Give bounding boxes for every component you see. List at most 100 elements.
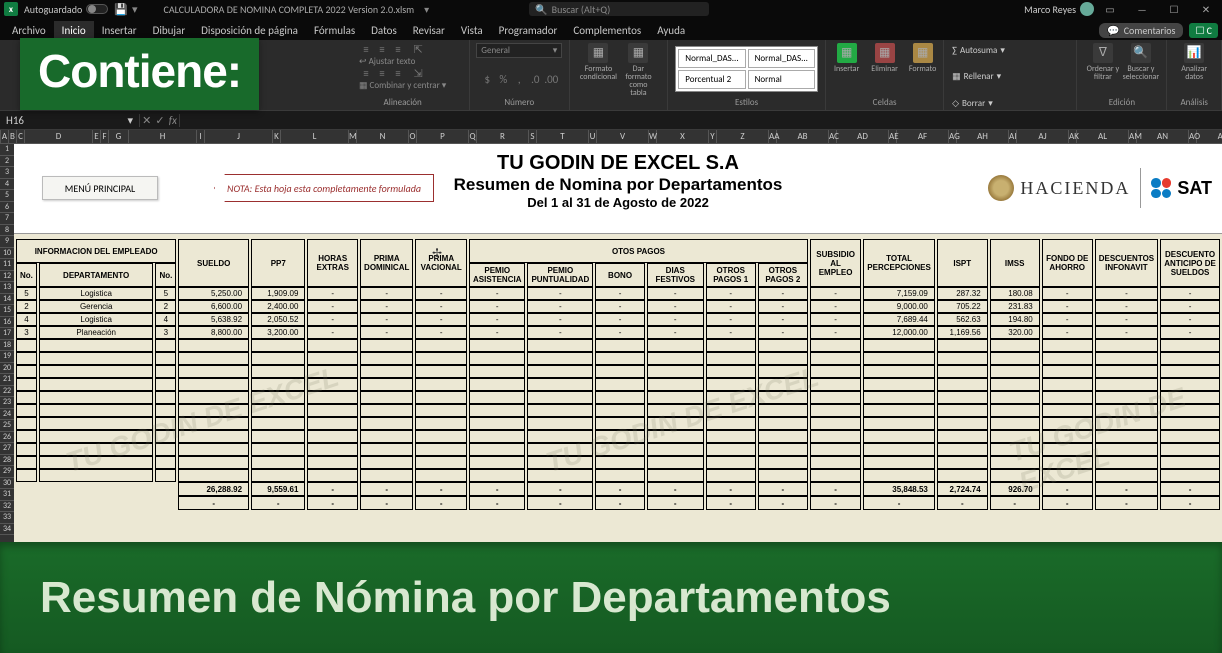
merge-center-button[interactable]: ▦ Combinar y centrar ▾ — [359, 80, 446, 91]
ribbon-options-icon[interactable]: ▭ — [1094, 3, 1126, 16]
column-header[interactable]: AK — [1069, 130, 1077, 143]
column-header[interactable]: AJ — [1017, 130, 1069, 143]
column-header[interactable]: V — [597, 130, 649, 143]
quick-access-toolbar[interactable]: 💾 ▾ — [114, 3, 137, 16]
column-headers[interactable]: ABCDEFGHIJKLMNOPQRSTUVWXYZAAABACADAEAFAG… — [0, 130, 1222, 144]
tab-ayuda[interactable]: Ayuda — [649, 21, 693, 40]
column-header[interactable]: P — [417, 130, 469, 143]
column-header[interactable]: B — [9, 130, 17, 143]
column-header[interactable]: AM — [1129, 130, 1137, 143]
column-header[interactable]: J — [205, 130, 273, 143]
conditional-format-button[interactable]: ▦Formato condicional — [580, 43, 616, 97]
column-header[interactable]: D — [25, 130, 93, 143]
column-header[interactable]: H — [129, 130, 197, 143]
column-header[interactable]: AO — [1189, 130, 1197, 143]
column-header[interactable]: Z — [717, 130, 769, 143]
tab-complementos[interactable]: Complementos — [565, 21, 649, 40]
column-header[interactable]: AF — [897, 130, 949, 143]
minimize-icon[interactable]: — — [1126, 3, 1158, 16]
row-headers[interactable]: 1234567891011121314151617181920212223242… — [0, 144, 14, 542]
tab-fórmulas[interactable]: Fórmulas — [306, 21, 363, 40]
format-cells-button[interactable]: ▦Formato — [905, 43, 941, 73]
save-icon[interactable]: 💾 — [114, 3, 128, 16]
delete-cells-button[interactable]: ▦Eliminar — [867, 43, 903, 73]
table-row[interactable] — [16, 339, 1220, 352]
table-row[interactable]: 5Logistica5 5,250.001,909.09 --- ------ … — [16, 287, 1220, 300]
find-select-button[interactable]: 🔍Buscar y seleccionar — [1123, 43, 1159, 81]
share-button[interactable]: ☐ C — [1189, 23, 1218, 38]
column-header[interactable]: F — [101, 130, 109, 143]
search-box[interactable]: 🔍 Buscar (Alt+Q) — [529, 2, 709, 16]
totals-row[interactable]: 26,288.929,559.61 --- ------ -35,848.532… — [16, 482, 1220, 496]
insert-cells-button[interactable]: ▦Insertar — [829, 43, 865, 73]
table-row[interactable] — [16, 430, 1220, 443]
column-header[interactable]: AI — [1009, 130, 1017, 143]
chevron-down-icon[interactable]: ▾ — [424, 3, 429, 16]
table-row[interactable] — [16, 443, 1220, 456]
autosum-button[interactable]: ∑ Autosuma ▾ — [952, 43, 1005, 57]
column-header[interactable]: AL — [1077, 130, 1129, 143]
column-header[interactable]: Y — [709, 130, 717, 143]
table-row[interactable] — [16, 404, 1220, 417]
column-header[interactable]: AP — [1197, 130, 1222, 143]
fx-icon[interactable]: fx — [169, 114, 177, 127]
worksheet-area[interactable]: 1234567891011121314151617181920212223242… — [0, 144, 1222, 542]
table-row[interactable] — [16, 469, 1220, 482]
tab-vista[interactable]: Vista — [453, 21, 491, 40]
column-header[interactable]: AB — [777, 130, 829, 143]
column-header[interactable]: S — [529, 130, 537, 143]
comments-button[interactable]: 💬 Comentarios — [1099, 23, 1183, 38]
payroll-table[interactable]: INFORMACION DEL EMPLEADO SUELDO PP7 HORA… — [14, 239, 1222, 510]
column-header[interactable]: AN — [1137, 130, 1189, 143]
autosave-toggle[interactable]: Autoguardado — [24, 3, 108, 16]
column-header[interactable]: O — [409, 130, 417, 143]
table-row[interactable]: 2Gerencia2 6,600.002,400.00 --- ------ -… — [16, 300, 1220, 313]
column-header[interactable]: M — [349, 130, 357, 143]
column-header[interactable]: AH — [957, 130, 1009, 143]
analyze-data-button[interactable]: 📊Analizar datos — [1176, 43, 1212, 81]
wrap-text-button[interactable]: ↩ Ajustar texto — [359, 56, 446, 67]
column-header[interactable]: A — [1, 130, 9, 143]
column-header[interactable]: E — [93, 130, 101, 143]
number-format-dropdown[interactable]: General▾ — [476, 43, 562, 58]
table-row[interactable]: ------------------ — [16, 496, 1220, 510]
table-row[interactable] — [16, 378, 1220, 391]
table-row[interactable] — [16, 391, 1220, 404]
cell-styles-gallery[interactable]: Normal_DAS...Normal_DAS... Porcentual 2N… — [675, 46, 818, 92]
column-header[interactable]: I — [197, 130, 205, 143]
chevron-down-icon[interactable]: ▾ — [132, 3, 138, 16]
column-header[interactable]: AE — [889, 130, 897, 143]
format-as-table-button[interactable]: ▦Dar formato como tabla — [620, 43, 656, 97]
cancel-fx-icon[interactable]: ✕ — [142, 114, 151, 127]
column-header[interactable]: T — [537, 130, 589, 143]
table-row[interactable]: 4Logistica4 5,638.922,050.52 --- ------ … — [16, 313, 1220, 326]
column-header[interactable]: AD — [837, 130, 889, 143]
column-header[interactable]: U — [589, 130, 597, 143]
column-header[interactable]: W — [649, 130, 657, 143]
column-header[interactable]: AA — [769, 130, 777, 143]
column-header[interactable]: AC — [829, 130, 837, 143]
column-header[interactable]: C — [17, 130, 25, 143]
table-row[interactable]: 3Planeación3 8,800.003,200.00 --- ------… — [16, 326, 1220, 339]
sort-filter-button[interactable]: ᐁOrdenar y filtrar — [1085, 43, 1121, 81]
column-header[interactable]: Q — [469, 130, 477, 143]
clear-button[interactable]: ◇ Borrar ▾ — [952, 96, 993, 110]
column-header[interactable]: X — [657, 130, 709, 143]
fill-button[interactable]: ▦ Rellenar ▾ — [952, 70, 1001, 84]
table-row[interactable] — [16, 456, 1220, 469]
table-row[interactable] — [16, 417, 1220, 430]
close-icon[interactable]: ✕ — [1190, 3, 1222, 16]
column-header[interactable]: L — [281, 130, 349, 143]
tab-revisar[interactable]: Revisar — [405, 21, 453, 40]
tab-programador[interactable]: Programador — [491, 21, 566, 40]
column-header[interactable]: G — [109, 130, 129, 143]
name-box[interactable]: H16▾ — [0, 114, 140, 127]
table-row[interactable] — [16, 352, 1220, 365]
column-header[interactable]: K — [273, 130, 281, 143]
column-header[interactable]: R — [477, 130, 529, 143]
enter-fx-icon[interactable]: ✓ — [155, 114, 164, 127]
column-header[interactable]: N — [357, 130, 409, 143]
maximize-icon[interactable]: ☐ — [1158, 3, 1190, 16]
tab-datos[interactable]: Datos — [363, 21, 405, 40]
table-row[interactable] — [16, 365, 1220, 378]
